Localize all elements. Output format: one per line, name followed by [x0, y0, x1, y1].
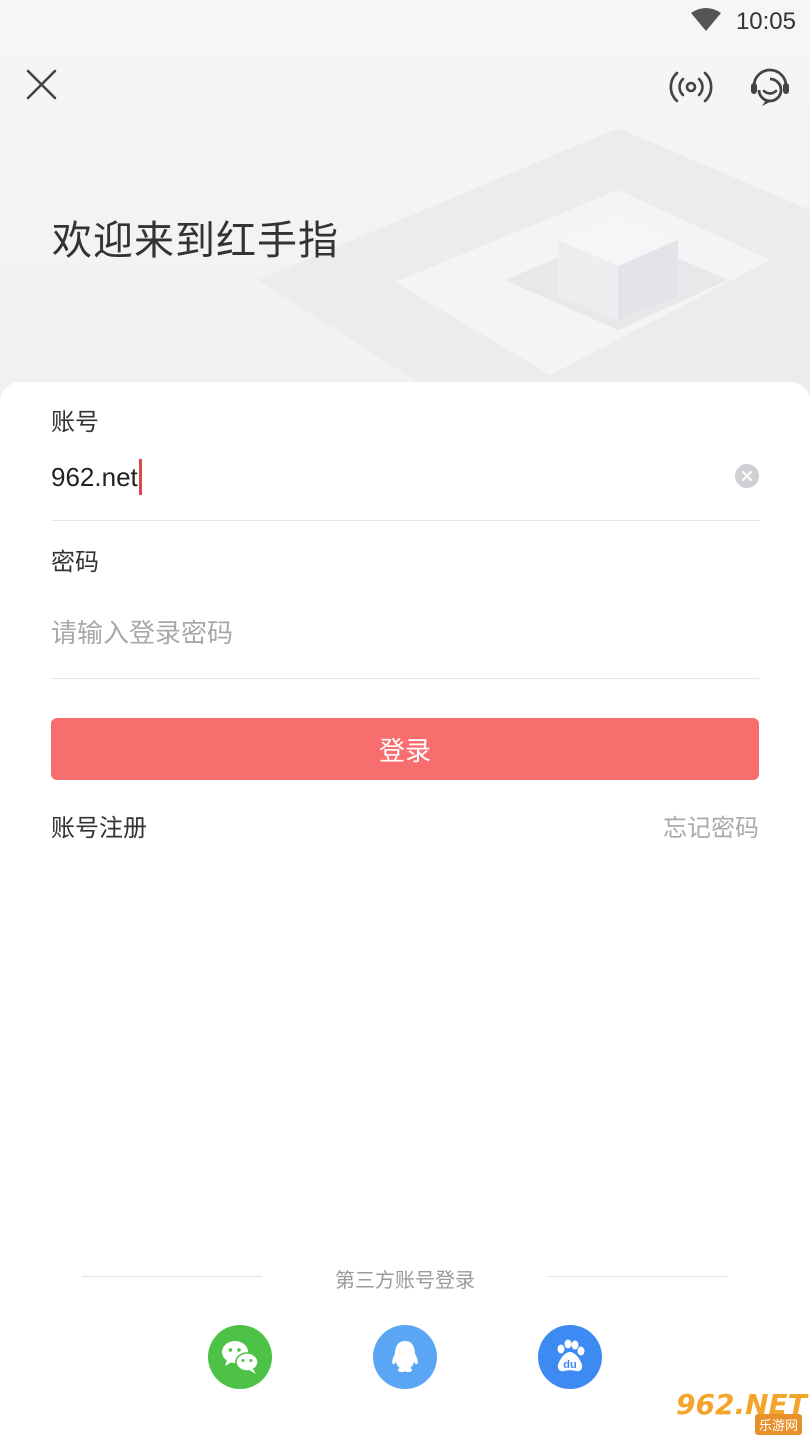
clear-icon	[742, 471, 752, 481]
account-input[interactable]: 962.net	[51, 462, 138, 493]
wifi-icon	[691, 8, 721, 31]
password-input[interactable]	[51, 614, 731, 654]
qq-login-button[interactable]	[373, 1325, 437, 1389]
third-party-title: 第三方账号登录	[335, 1268, 475, 1292]
password-divider	[51, 678, 759, 679]
account-divider	[51, 520, 759, 521]
broadcast-signal-icon	[669, 71, 713, 103]
header-background: 10:05 欢迎来到红手指	[0, 0, 810, 400]
register-link[interactable]: 账号注册	[51, 808, 147, 843]
third-party-divider-right	[547, 1276, 727, 1277]
forgot-password-link[interactable]: 忘记密码	[663, 808, 759, 843]
clear-account-button[interactable]	[735, 464, 759, 488]
page-title: 欢迎来到红手指	[52, 218, 339, 264]
password-label: 密码	[51, 548, 99, 576]
wechat-login-button[interactable]	[208, 1325, 272, 1389]
text-cursor	[139, 459, 142, 495]
watermark-sub: 乐游网	[754, 1414, 802, 1435]
status-bar: 10:05	[0, 0, 810, 44]
account-label: 账号	[51, 408, 99, 436]
wechat-icon	[222, 1341, 259, 1374]
close-button[interactable]	[22, 64, 62, 104]
close-icon	[26, 69, 57, 100]
baidu-login-button[interactable]: du	[538, 1325, 602, 1389]
customer-service-icon	[751, 68, 789, 106]
site-watermark: 962.NET 乐游网	[676, 1388, 807, 1436]
login-form-sheet: 账号 962.net 密码 登录 账号注册 忘记密码 第三方账号登录 du	[0, 382, 810, 1440]
qq-icon	[392, 1341, 418, 1372]
svg-text:du: du	[563, 1359, 576, 1371]
broadcast-signal-button[interactable]	[668, 66, 714, 108]
status-time: 10:05	[735, 8, 796, 35]
login-button[interactable]: 登录	[51, 718, 759, 780]
customer-service-button[interactable]	[748, 64, 792, 108]
baidu-icon: du	[557, 1339, 585, 1372]
